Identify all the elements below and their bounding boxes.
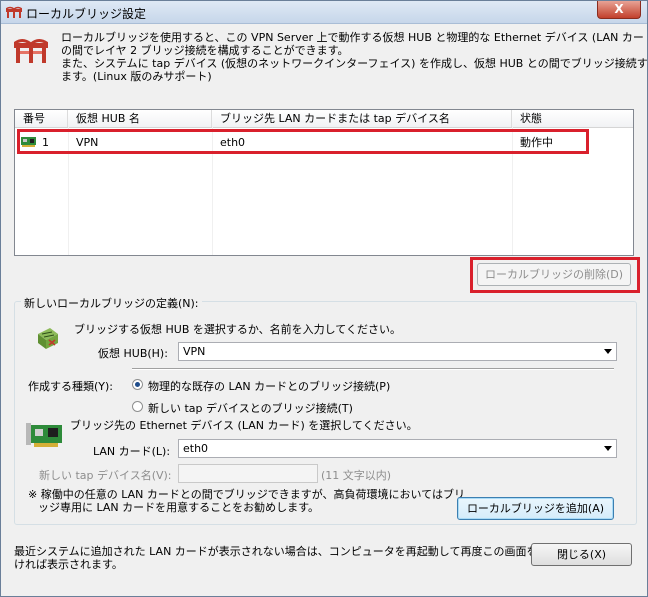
hub-select-value: VPN xyxy=(183,345,206,358)
radio-tap-device-label[interactable]: 新しい tap デバイスとのブリッジ接続(T) xyxy=(148,400,353,416)
hub-select[interactable]: VPN xyxy=(178,342,617,361)
column-header-status[interactable]: 状態 xyxy=(512,110,633,127)
lan-card-select[interactable]: eth0 xyxy=(178,439,617,458)
note-text: ッジ専用に LAN カードを用意することをお勧めします。 xyxy=(38,501,320,514)
bridge-icon xyxy=(14,39,48,63)
add-bridge-button[interactable]: ローカルブリッジを追加(A) xyxy=(457,497,614,520)
intro-text: ローカルブリッジを使用すると、この VPN Server 上で動作する仮想 HU… xyxy=(61,31,648,83)
tap-name-label: 新しい tap デバイス名(V): xyxy=(39,469,172,482)
close-button[interactable]: 閉じる(X) xyxy=(531,543,632,566)
dropdown-arrow-icon[interactable] xyxy=(604,446,612,451)
window-close-button[interactable]: X xyxy=(597,1,641,19)
intro-line: ます。(Linux 版のみサポート) xyxy=(61,70,212,83)
device-prompt-text: ブリッジ先の Ethernet デバイス (LAN カード) を選択してください… xyxy=(70,419,418,432)
title-bar[interactable]: ローカルブリッジ設定 X xyxy=(1,1,647,24)
intro-line: ローカルブリッジを使用すると、この VPN Server 上で動作する仮想 HU… xyxy=(61,31,648,44)
highlight-box-delete xyxy=(470,257,640,293)
window-title: ローカルブリッジ設定 xyxy=(26,7,147,21)
type-label: 作成する種類(Y): xyxy=(28,380,114,393)
intro-line: の間でレイヤ 2 ブリッジ接続を構成することができます。 xyxy=(61,44,349,57)
local-bridge-window: ローカルブリッジ設定 X ローカルブリッジを使用すると、この VPN Serve… xyxy=(0,0,648,597)
highlight-box-row xyxy=(17,129,589,154)
dropdown-arrow-icon[interactable] xyxy=(604,349,612,354)
network-card-icon xyxy=(26,423,62,447)
hub-prompt-text: ブリッジする仮想 HUB を選択するか、名前を入力してください。 xyxy=(74,323,401,336)
hub-label: 仮想 HUB(H): xyxy=(98,347,168,360)
separator xyxy=(132,368,614,370)
tap-name-hint: (11 文字以内) xyxy=(321,469,392,482)
table-header: 番号 仮想 HUB 名 ブリッジ先 LAN カードまたは tap デバイス名 状… xyxy=(15,110,633,128)
bridge-app-icon xyxy=(6,6,22,18)
column-header-number[interactable]: 番号 xyxy=(15,110,68,127)
footer-note: ければ表示されます。 xyxy=(14,558,123,571)
lan-card-label: LAN カード(L): xyxy=(93,445,171,458)
tap-name-input[interactable] xyxy=(178,464,318,483)
intro-line: また、システムに tap デバイス (仮想のネットワークインターフェイス) を作… xyxy=(61,57,648,70)
radio-physical-lan-label[interactable]: 物理的な既存の LAN カードとのブリッジ接続(P) xyxy=(148,378,390,394)
virtual-hub-icon xyxy=(38,328,58,349)
new-bridge-group-label: 新しいローカルブリッジの定義(N): xyxy=(21,295,202,311)
radio-tap-device[interactable] xyxy=(132,401,143,412)
lan-card-select-value: eth0 xyxy=(183,442,209,455)
radio-physical-lan[interactable] xyxy=(132,379,143,390)
column-header-hub[interactable]: 仮想 HUB 名 xyxy=(68,110,212,127)
column-header-device[interactable]: ブリッジ先 LAN カードまたは tap デバイス名 xyxy=(212,110,512,127)
